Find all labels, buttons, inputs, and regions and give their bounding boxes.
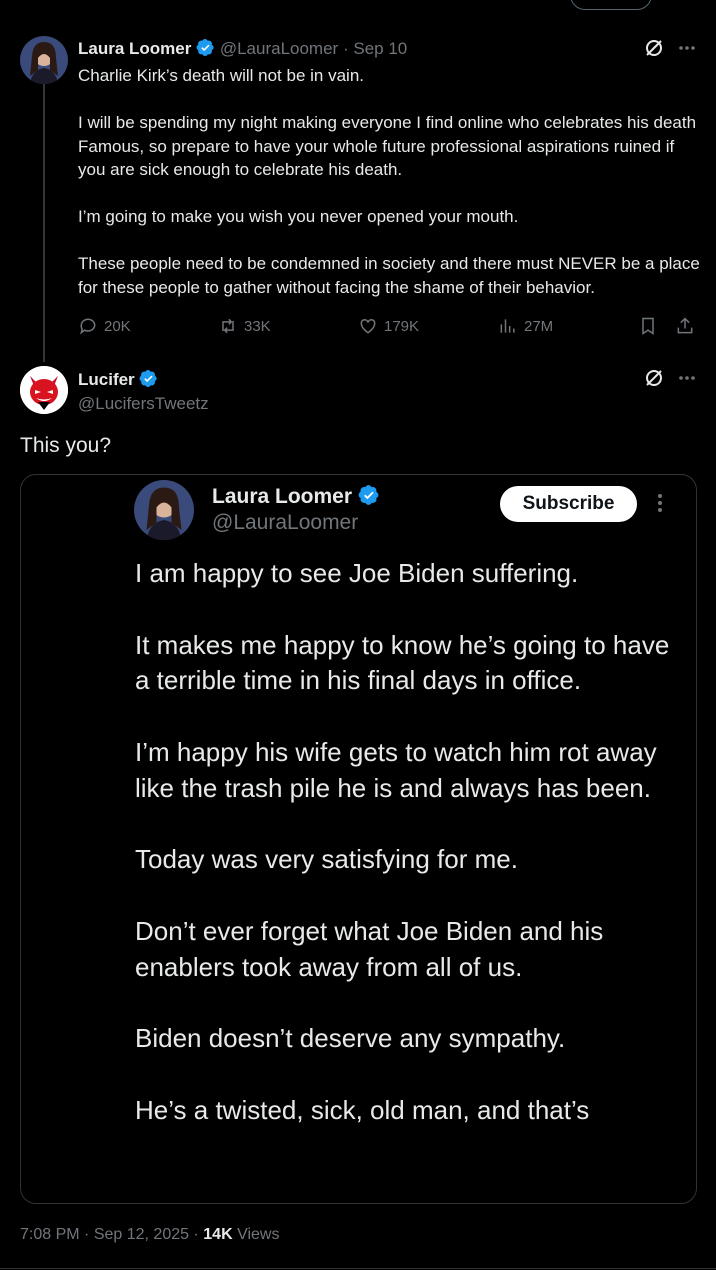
- author-name[interactable]: Lucifer: [78, 370, 135, 389]
- post-metadata: 7:08 PM · Sep 12, 2025 · 14K Views: [20, 1226, 279, 1244]
- quoted-paragraph: Biden doesn’t deserve any sympathy.: [135, 1023, 566, 1054]
- quoted-paragraph: It makes me happy to know he’s going to …: [135, 629, 670, 696]
- laura-loomer-avatar[interactable]: [20, 36, 68, 84]
- tweet-paragraph: I’m going to make you wish you never ope…: [78, 207, 519, 226]
- author-handle[interactable]: @LauraLoomer: [220, 39, 338, 58]
- reply-text: This you?: [20, 434, 112, 457]
- tweet-paragraph: Charlie Kirk’s death will not be in vain…: [78, 66, 364, 85]
- tweet-corner-actions: [644, 38, 696, 58]
- heart-icon: [360, 318, 376, 334]
- repost-count: 33K: [244, 317, 271, 335]
- quoted-paragraph: I am happy to see Joe Biden suffering.: [135, 558, 579, 588]
- reply-icon: [80, 318, 96, 335]
- separator: ·: [193, 1226, 199, 1243]
- tweet-text: Charlie Kirk’s death will not be in vain…: [78, 64, 703, 323]
- repost-icon: [222, 318, 234, 334]
- quoted-paragraph: He’s a twisted, sick, old man, and that’…: [135, 1094, 590, 1125]
- views-button[interactable]: 27M: [498, 316, 553, 336]
- top-button-fragment[interactable]: [570, 0, 652, 10]
- quoted-post-text: I am happy to see Joe Biden suffering. I…: [135, 556, 680, 1165]
- tweet-paragraph: I will be spending my night making every…: [78, 113, 697, 179]
- like-count: 179K: [384, 317, 420, 335]
- views-count: 27M: [524, 317, 554, 335]
- lucifer-avatar[interactable]: [20, 366, 68, 414]
- views-icon: [500, 319, 515, 333]
- more-options-icon[interactable]: [678, 45, 696, 51]
- bookmark-button[interactable]: [638, 316, 658, 336]
- repost-button[interactable]: 33K: [218, 316, 271, 336]
- separator: ·: [342, 39, 349, 58]
- reply-corner-actions: [644, 368, 696, 388]
- separator: ·: [84, 1226, 90, 1243]
- post-full-date[interactable]: Sep 12, 2025: [94, 1226, 189, 1243]
- share-icon: [677, 317, 693, 334]
- quoted-paragraph: Don’t ever forget what Joe Biden and his…: [135, 915, 604, 982]
- reply-count: 20K: [104, 317, 131, 335]
- verified-badge-icon: [139, 369, 158, 388]
- tweet-paragraph: These people need to be condemned in soc…: [78, 254, 700, 297]
- post-date[interactable]: Sep 10: [353, 39, 407, 58]
- more-options-icon[interactable]: [678, 375, 696, 381]
- author-handle[interactable]: @LucifersTweetz: [78, 394, 209, 414]
- view-count: 14K: [203, 1226, 233, 1243]
- quoted-paragraph: Today was very satisfying for me.: [135, 844, 518, 875]
- share-button[interactable]: [675, 316, 695, 336]
- like-button[interactable]: 179K: [358, 316, 419, 336]
- divider: [0, 1268, 716, 1269]
- reply-author: Lucifer: [78, 369, 158, 390]
- reply-button[interactable]: 20K: [78, 316, 131, 336]
- grok-icon[interactable]: [644, 368, 664, 388]
- grok-icon[interactable]: [644, 38, 664, 58]
- author-name[interactable]: Laura Loomer: [78, 39, 191, 58]
- verified-badge-icon: [196, 38, 214, 57]
- views-label: Views: [237, 1226, 280, 1243]
- tweet-header: Laura Loomer @LauraLoomer · Sep 10: [78, 38, 407, 59]
- tweet-action-bar: 20K 33K 179K 27M: [78, 316, 698, 338]
- quoted-paragraph: I’m happy his wife gets to watch him rot…: [135, 736, 657, 803]
- post-time[interactable]: 7:08 PM: [20, 1226, 80, 1243]
- quoted-text-clip: I am happy to see Joe Biden suffering. I…: [21, 475, 694, 1201]
- bookmark-icon: [642, 317, 654, 335]
- thread-connector-line: [43, 84, 45, 362]
